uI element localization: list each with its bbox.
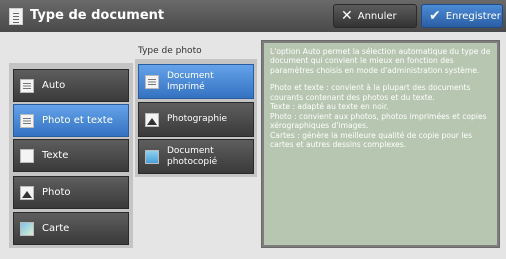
document-type-map[interactable]: Carte xyxy=(13,212,129,245)
info-paragraph-types: Photo et texte : convient à la plupart d… xyxy=(270,83,487,150)
document-type-label: Carte xyxy=(42,223,70,234)
auto-document-icon xyxy=(20,78,34,93)
photograph-icon xyxy=(145,112,159,127)
text-document-icon xyxy=(20,148,34,163)
document-type-label: Texte xyxy=(42,150,69,161)
printed-document-icon xyxy=(145,74,159,89)
cancel-button[interactable]: ✕ Annuler xyxy=(333,4,417,28)
photo-type-photocopied[interactable]: Document photocopié xyxy=(138,139,254,174)
cancel-label: Annuler xyxy=(357,10,397,22)
photo-type-label: Document Imprimé xyxy=(167,71,214,92)
photocopied-document-icon xyxy=(145,149,159,164)
photo-text-icon xyxy=(20,113,34,128)
header-bar: Type de document ✕ Annuler ✔ Enregistrer xyxy=(0,0,506,32)
photo-type-photograph[interactable]: Photographie xyxy=(138,102,254,137)
photo-type-label: Photographie xyxy=(167,114,228,125)
document-type-photo-text[interactable]: Photo et texte xyxy=(13,104,129,137)
document-type-label: Auto xyxy=(42,80,66,91)
photo-type-heading: Type de photo xyxy=(138,46,202,56)
photo-icon xyxy=(20,185,34,200)
document-type-label: Photo et texte xyxy=(42,115,113,126)
checkmark-icon: ✔ xyxy=(429,8,441,24)
save-button[interactable]: ✔ Enregistrer xyxy=(421,4,503,28)
document-type-icon xyxy=(9,8,23,25)
x-icon: ✕ xyxy=(341,8,353,24)
document-type-text[interactable]: Texte xyxy=(13,139,129,172)
document-type-auto[interactable]: Auto xyxy=(13,69,129,102)
map-icon xyxy=(20,221,34,236)
page-title: Type de document xyxy=(30,8,165,23)
save-label: Enregistrer xyxy=(445,10,501,22)
document-type-photo[interactable]: Photo xyxy=(13,176,129,209)
info-panel: L'option Auto permet la sélection automa… xyxy=(264,43,497,245)
photo-type-printed[interactable]: Document Imprimé xyxy=(138,64,254,99)
document-type-label: Photo xyxy=(42,187,71,198)
info-paragraph-auto: L'option Auto permet la sélection automa… xyxy=(270,47,491,75)
photo-type-label: Document photocopié xyxy=(167,146,218,167)
